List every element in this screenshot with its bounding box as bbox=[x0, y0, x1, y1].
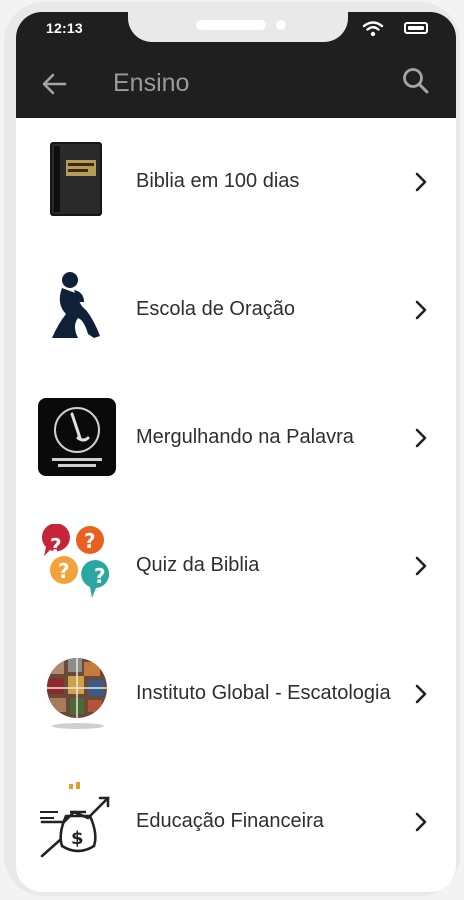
praying-person-icon bbox=[52, 272, 100, 338]
list-item-mergulhando[interactable]: Mergulhando na Palavra bbox=[16, 374, 456, 502]
svg-text:$: $ bbox=[71, 828, 84, 849]
list-item-label: Mergulhando na Palavra bbox=[136, 426, 354, 448]
svg-text:?: ? bbox=[50, 534, 62, 558]
list-item-label: Instituto Global - Escatologia bbox=[136, 682, 391, 704]
list-item-quiz-biblia[interactable]: ? ? ? ? Quiz da Biblia bbox=[16, 502, 456, 630]
phone-notch bbox=[128, 12, 348, 42]
chevron-right-icon bbox=[415, 172, 427, 192]
list-item-biblia-100-dias[interactable]: Biblia em 100 dias bbox=[16, 118, 456, 246]
camera-icon bbox=[276, 20, 286, 30]
back-button[interactable] bbox=[40, 70, 68, 98]
mergulhando-logo-icon bbox=[38, 398, 116, 476]
svg-text:?: ? bbox=[58, 559, 70, 583]
list-item-escola-oracao[interactable]: Escola de Oração bbox=[16, 246, 456, 374]
quiz-bubbles-icon: ? ? ? ? bbox=[41, 524, 110, 598]
status-bar: 12:13 bbox=[16, 12, 456, 48]
list-item-label: Quiz da Biblia bbox=[136, 554, 260, 576]
battery-icon bbox=[404, 22, 428, 34]
wifi-icon bbox=[362, 21, 384, 37]
chevron-right-icon bbox=[415, 812, 427, 832]
list-item-instituto-global[interactable]: Instituto Global - Escatologia bbox=[16, 630, 456, 758]
svg-text:?: ? bbox=[84, 529, 96, 553]
app-bar: Ensino bbox=[16, 48, 456, 118]
globe-icon bbox=[47, 658, 107, 729]
chevron-right-icon bbox=[415, 556, 427, 576]
list-item-label: Biblia em 100 dias bbox=[136, 170, 300, 192]
chevron-right-icon bbox=[415, 428, 427, 448]
status-time: 12:13 bbox=[46, 20, 83, 36]
list-item-label: Educação Financeira bbox=[136, 810, 324, 832]
chevron-right-icon bbox=[415, 300, 427, 320]
list-item-educacao-financeira[interactable]: $ Educação Financeira bbox=[16, 758, 456, 886]
search-button[interactable] bbox=[401, 66, 431, 96]
bible-book-icon bbox=[50, 142, 102, 216]
list-item-label: Escola de Oração bbox=[136, 298, 295, 320]
page-title: Ensino bbox=[113, 69, 190, 97]
phone-frame: 12:13 Ensino Biblia em 100 dias Escola d… bbox=[4, 2, 460, 896]
app-screen: 12:13 Ensino Biblia em 100 dias Escola d… bbox=[16, 12, 456, 892]
svg-text:?: ? bbox=[94, 564, 106, 588]
chevron-right-icon bbox=[415, 684, 427, 704]
speaker-icon bbox=[196, 20, 266, 30]
finance-growth-icon: $ bbox=[40, 782, 110, 858]
